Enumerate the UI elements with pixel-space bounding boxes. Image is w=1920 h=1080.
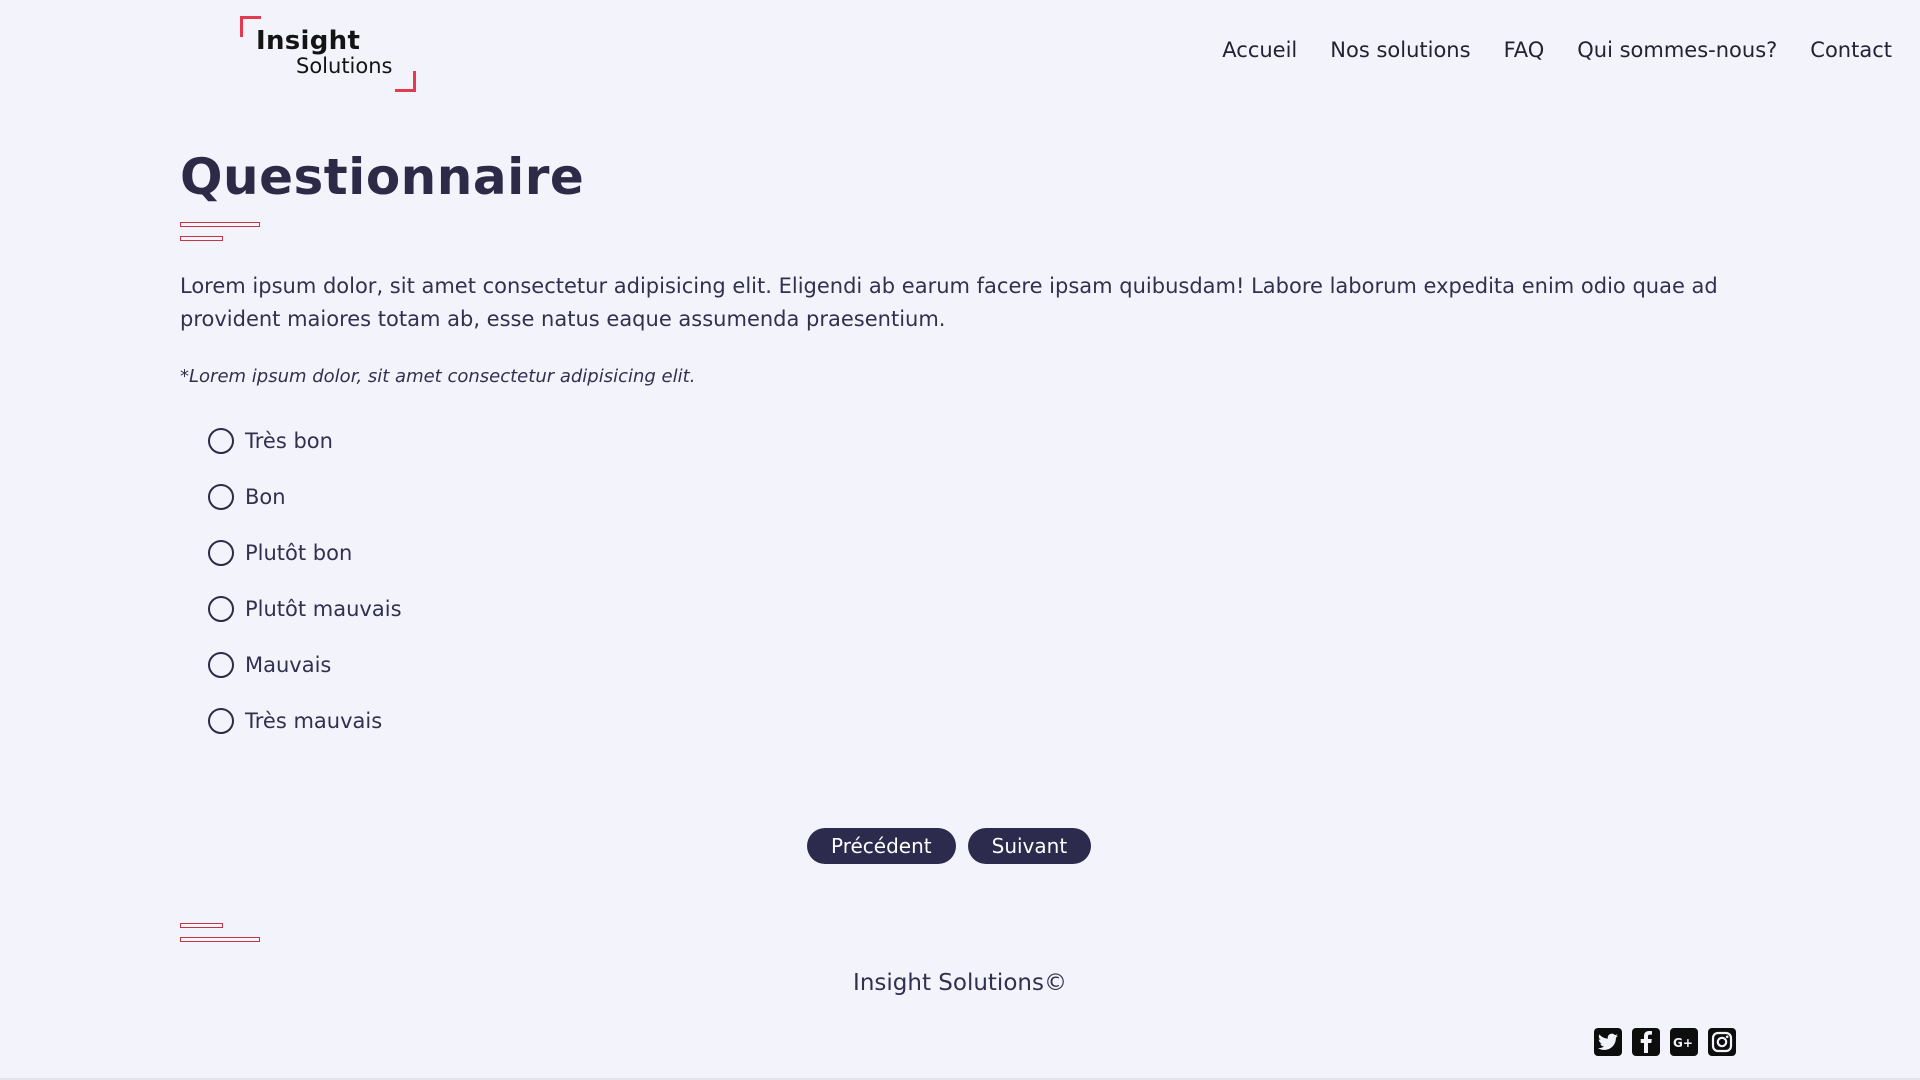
option-label: Très bon <box>245 429 333 453</box>
nav-link-faq[interactable]: FAQ <box>1504 38 1545 62</box>
radio-button[interactable] <box>208 428 234 454</box>
option-label: Mauvais <box>245 653 332 677</box>
previous-button[interactable]: Précédent <box>807 828 956 864</box>
title-decoration <box>180 222 260 244</box>
option-plutot-bon[interactable]: Plutôt bon <box>208 525 1740 581</box>
nav-link-accueil[interactable]: Accueil <box>1222 38 1297 62</box>
main-content: Questionnaire Lorem ipsum dolor, sit ame… <box>180 148 1740 749</box>
nav-link-contact[interactable]: Contact <box>1810 38 1892 62</box>
navigation-buttons: Précédent Suivant <box>807 828 1092 864</box>
facebook-icon[interactable] <box>1632 1028 1660 1056</box>
radio-button[interactable] <box>208 708 234 734</box>
option-tres-bon[interactable]: Très bon <box>208 413 1740 469</box>
option-tres-mauvais[interactable]: Très mauvais <box>208 693 1740 749</box>
page-title: Questionnaire <box>180 148 585 206</box>
option-label: Plutôt mauvais <box>245 597 402 621</box>
footer-copyright: Insight Solutions© <box>853 970 1067 996</box>
social-links: G+ <box>1594 1028 1736 1056</box>
radio-button[interactable] <box>208 484 234 510</box>
logo-text-solutions: Solutions <box>296 54 393 78</box>
decoration-bar-short <box>180 923 223 928</box>
radio-button[interactable] <box>208 540 234 566</box>
logo[interactable]: Insight Solutions <box>240 16 416 92</box>
footer-decoration <box>180 923 260 945</box>
logo-text-insight: Insight <box>256 26 361 56</box>
question-note: *Lorem ipsum dolor, sit amet consectetur… <box>180 366 696 387</box>
main-nav: Accueil Nos solutions FAQ Qui sommes-nou… <box>1222 38 1892 62</box>
logo-corner-bottom-right <box>395 71 416 92</box>
nav-link-qui-sommes-nous[interactable]: Qui sommes-nous? <box>1577 38 1777 62</box>
intro-paragraph: Lorem ipsum dolor, sit amet consectetur … <box>180 274 1718 331</box>
svg-text:G+: G+ <box>1673 1036 1693 1049</box>
option-bon[interactable]: Bon <box>208 469 1740 525</box>
answer-options: Très bon Bon Plutôt bon Plutôt mauvais M… <box>180 413 1740 749</box>
option-label: Très mauvais <box>245 709 383 733</box>
decoration-bar-short <box>180 236 223 241</box>
option-label: Bon <box>245 485 286 509</box>
option-plutot-mauvais[interactable]: Plutôt mauvais <box>208 581 1740 637</box>
instagram-icon[interactable] <box>1708 1028 1736 1056</box>
radio-button[interactable] <box>208 652 234 678</box>
option-label: Plutôt bon <box>245 541 353 565</box>
decoration-bar-long <box>180 937 260 942</box>
radio-button[interactable] <box>208 596 234 622</box>
option-mauvais[interactable]: Mauvais <box>208 637 1740 693</box>
twitter-icon[interactable] <box>1594 1028 1622 1056</box>
google-plus-icon[interactable]: G+ <box>1670 1028 1698 1056</box>
nav-link-nos-solutions[interactable]: Nos solutions <box>1330 38 1470 62</box>
next-button[interactable]: Suivant <box>967 828 1092 864</box>
decoration-bar-long <box>180 222 260 227</box>
